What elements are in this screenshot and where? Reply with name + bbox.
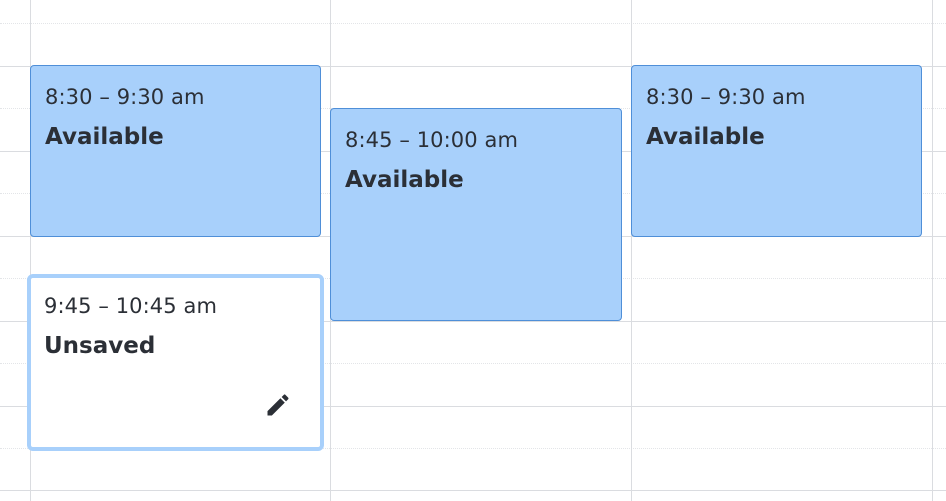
event-title: Unsaved: [44, 333, 156, 359]
grid-line: [0, 490, 946, 491]
event-time: 9:45 – 10:45 am: [44, 294, 218, 318]
event-title: Available: [45, 124, 164, 150]
event-title: Available: [345, 167, 464, 193]
event-time: 8:30 – 9:30 am: [646, 85, 806, 109]
calendar-week-grid: 8:30 – 9:30 am Available 8:45 – 10:00 am…: [0, 0, 946, 501]
event-block-available[interactable]: 8:30 – 9:30 am Available: [631, 65, 922, 237]
event-title: Available: [646, 124, 765, 150]
grid-line: [0, 23, 946, 24]
event-time: 8:30 – 9:30 am: [45, 85, 205, 109]
day-column-divider: [932, 0, 933, 501]
event-block-available[interactable]: 8:45 – 10:00 am Available: [330, 108, 622, 321]
event-block-available[interactable]: 8:30 – 9:30 am Available: [30, 65, 321, 237]
event-time: 8:45 – 10:00 am: [345, 128, 519, 152]
pencil-icon[interactable]: [264, 391, 292, 419]
event-block-unsaved[interactable]: 9:45 – 10:45 am Unsaved: [27, 274, 324, 451]
